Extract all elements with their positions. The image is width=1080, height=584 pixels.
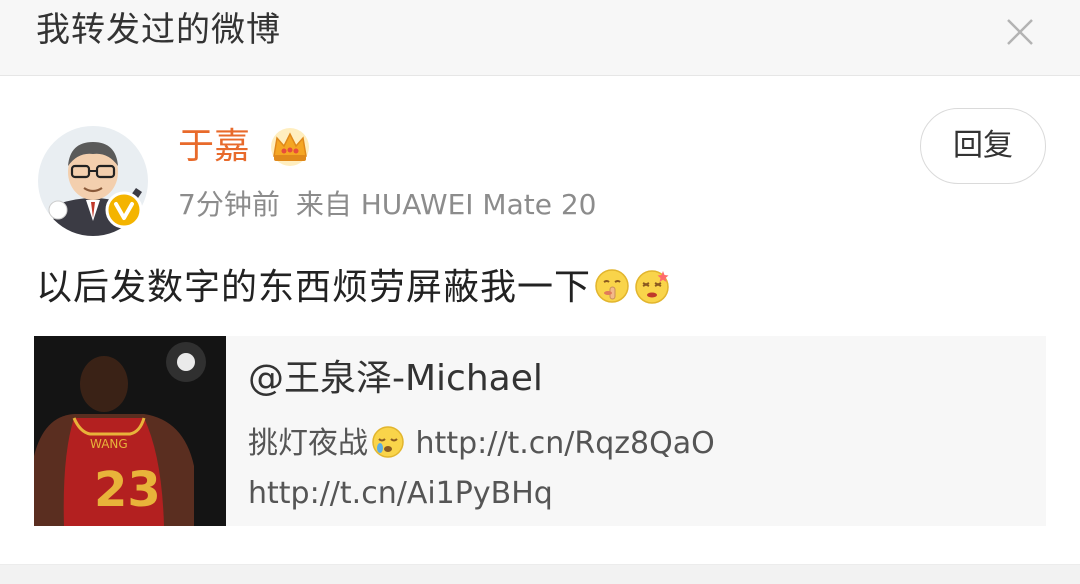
svg-text:WANG: WANG bbox=[90, 437, 128, 451]
reply-button[interactable]: 回复 bbox=[920, 108, 1046, 184]
repost-link-2[interactable]: http://t.cn/Ai1PyBHq bbox=[248, 474, 553, 514]
post-author-name[interactable]: 于嘉 bbox=[178, 124, 250, 170]
post-time: 7分钟前 bbox=[178, 188, 280, 221]
repost-author[interactable]: @王泉泽-Michael bbox=[248, 356, 543, 402]
verified-v-icon bbox=[105, 191, 143, 229]
basketball-player-photo: WANG 23 bbox=[34, 336, 226, 526]
sleepy-face-icon bbox=[372, 426, 404, 458]
dizzy-face-icon bbox=[635, 270, 669, 304]
page-title: 我转发过的微博 bbox=[36, 10, 281, 50]
svg-text:23: 23 bbox=[94, 462, 161, 518]
repost-link-1[interactable]: http://t.cn/Rqz8QaO bbox=[416, 426, 715, 461]
header-bar: 我转发过的微博 bbox=[0, 0, 1080, 76]
crown-icon bbox=[271, 128, 309, 166]
repost-card[interactable]: WANG 23 @王泉泽-Michael 挑灯夜战 http://t.cn/Rq… bbox=[34, 336, 1046, 526]
repost-text-line-1: 挑灯夜战 http://t.cn/Rqz8QaO bbox=[248, 424, 715, 464]
shush-face-icon bbox=[595, 269, 629, 303]
post-source: 来自 HUAWEI Mate 20 bbox=[295, 188, 597, 221]
footer-divider bbox=[0, 564, 1080, 584]
post-meta: 7分钟前 来自 HUAWEI Mate 20 bbox=[178, 186, 597, 224]
repost-text: 挑灯夜战 bbox=[248, 426, 368, 461]
close-icon[interactable] bbox=[1000, 12, 1040, 52]
post-text-content: 以后发数字的东西烦劳屏蔽我一下 bbox=[36, 267, 592, 308]
weibo-post-card: 于嘉 7分钟前 来自 HUAWEI Mate 20 回复 以后发数字的东西烦劳屏蔽… bbox=[0, 76, 1080, 564]
post-text: 以后发数字的东西烦劳屏蔽我一下 bbox=[36, 264, 671, 312]
